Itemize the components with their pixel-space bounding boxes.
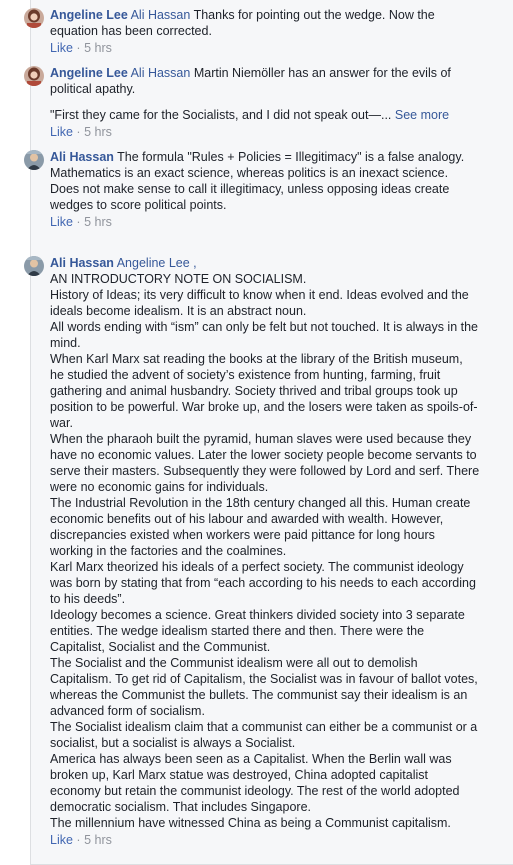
comment-paragraph: All words ending with “ism” can only be … xyxy=(50,320,478,350)
comment-paragraph: Karl Marx theorized his ideals of a perf… xyxy=(50,560,476,606)
comment-paragraph: History of Ideas; its very difficult to … xyxy=(50,288,469,318)
comment: Ali Hassan The formula "Rules + Policies… xyxy=(24,149,480,230)
comment-timestamp[interactable]: 5 hrs xyxy=(84,833,112,847)
comment-mention[interactable]: Angeline Lee , xyxy=(117,256,197,270)
dot-separator: · xyxy=(76,833,81,847)
like-link[interactable]: Like xyxy=(50,833,73,847)
comment-author[interactable]: Angeline Lee xyxy=(50,8,128,22)
comment-text: Ali Hassan The formula "Rules + Policies… xyxy=(50,149,480,213)
comment-heading: AN INTRODUCTORY NOTE ON SOCIALISM. xyxy=(50,272,307,286)
comment-author[interactable]: Ali Hassan xyxy=(50,150,114,164)
comment: Angeline Lee Ali Hassan Martin Niemöller… xyxy=(24,65,480,140)
comment-actions: Like · 5 hrs xyxy=(50,124,480,140)
comment: Angeline Lee Ali Hassan Thanks for point… xyxy=(24,7,480,56)
comment-timestamp[interactable]: 5 hrs xyxy=(84,41,112,55)
comment-text: Ali Hassan Angeline Lee , AN INTRODUCTOR… xyxy=(50,255,480,831)
comment-timestamp[interactable]: 5 hrs xyxy=(84,215,112,229)
comment-timestamp[interactable]: 5 hrs xyxy=(84,125,112,139)
dot-separator: · xyxy=(76,125,81,139)
like-link[interactable]: Like xyxy=(50,41,73,55)
comment-body: Mathematics is an exact science, whereas… xyxy=(50,166,450,212)
comment-mention[interactable]: Ali Hassan xyxy=(131,66,191,80)
dot-separator: · xyxy=(76,215,81,229)
comment-actions: Like · 5 hrs xyxy=(50,214,480,230)
comment-text: Angeline Lee Ali Hassan Thanks for point… xyxy=(50,7,480,39)
avatar-ali-hassan[interactable] xyxy=(24,256,44,276)
comment-paragraph: When Karl Marx sat reading the books at … xyxy=(50,352,478,430)
avatar-angeline-lee[interactable] xyxy=(24,8,44,28)
comment-actions: Like · 5 hrs xyxy=(50,40,480,56)
comment-author[interactable]: Ali Hassan xyxy=(50,256,114,270)
comment-author[interactable]: Angeline Lee xyxy=(50,66,128,80)
comment-paragraph: Ideology becomes a science. Great thinke… xyxy=(50,608,465,654)
avatar-angeline-lee[interactable] xyxy=(24,66,44,86)
see-more-link[interactable]: See more xyxy=(395,108,449,122)
comment-text: Angeline Lee Ali Hassan Martin Niemöller… xyxy=(50,65,480,123)
comment-paragraph: America has always been seen as a Capita… xyxy=(50,752,460,814)
dot-separator: · xyxy=(76,41,81,55)
comment-paragraph: When the pharaoh built the pyramid, huma… xyxy=(50,432,480,494)
comment-quote: "First they came for the Socialists, and… xyxy=(50,108,392,122)
comment-paragraph: The millennium have witnessed China as b… xyxy=(50,816,451,830)
comment-paragraph: The Socialist and the Communist idealism… xyxy=(50,656,478,718)
like-link[interactable]: Like xyxy=(50,215,73,229)
comment-paragraph: The Industrial Revolution in the 18th ce… xyxy=(50,496,471,558)
comment-mention[interactable]: Ali Hassan xyxy=(131,8,191,22)
avatar-ali-hassan[interactable] xyxy=(24,150,44,170)
comment-paragraph: The Socialist idealism claim that a comm… xyxy=(50,720,478,750)
comment: Ali Hassan Angeline Lee , AN INTRODUCTOR… xyxy=(24,255,480,848)
comment-actions: Like · 5 hrs xyxy=(50,832,480,848)
like-link[interactable]: Like xyxy=(50,125,73,139)
comment-body: The formula "Rules + Policies = Illegiti… xyxy=(117,150,465,164)
